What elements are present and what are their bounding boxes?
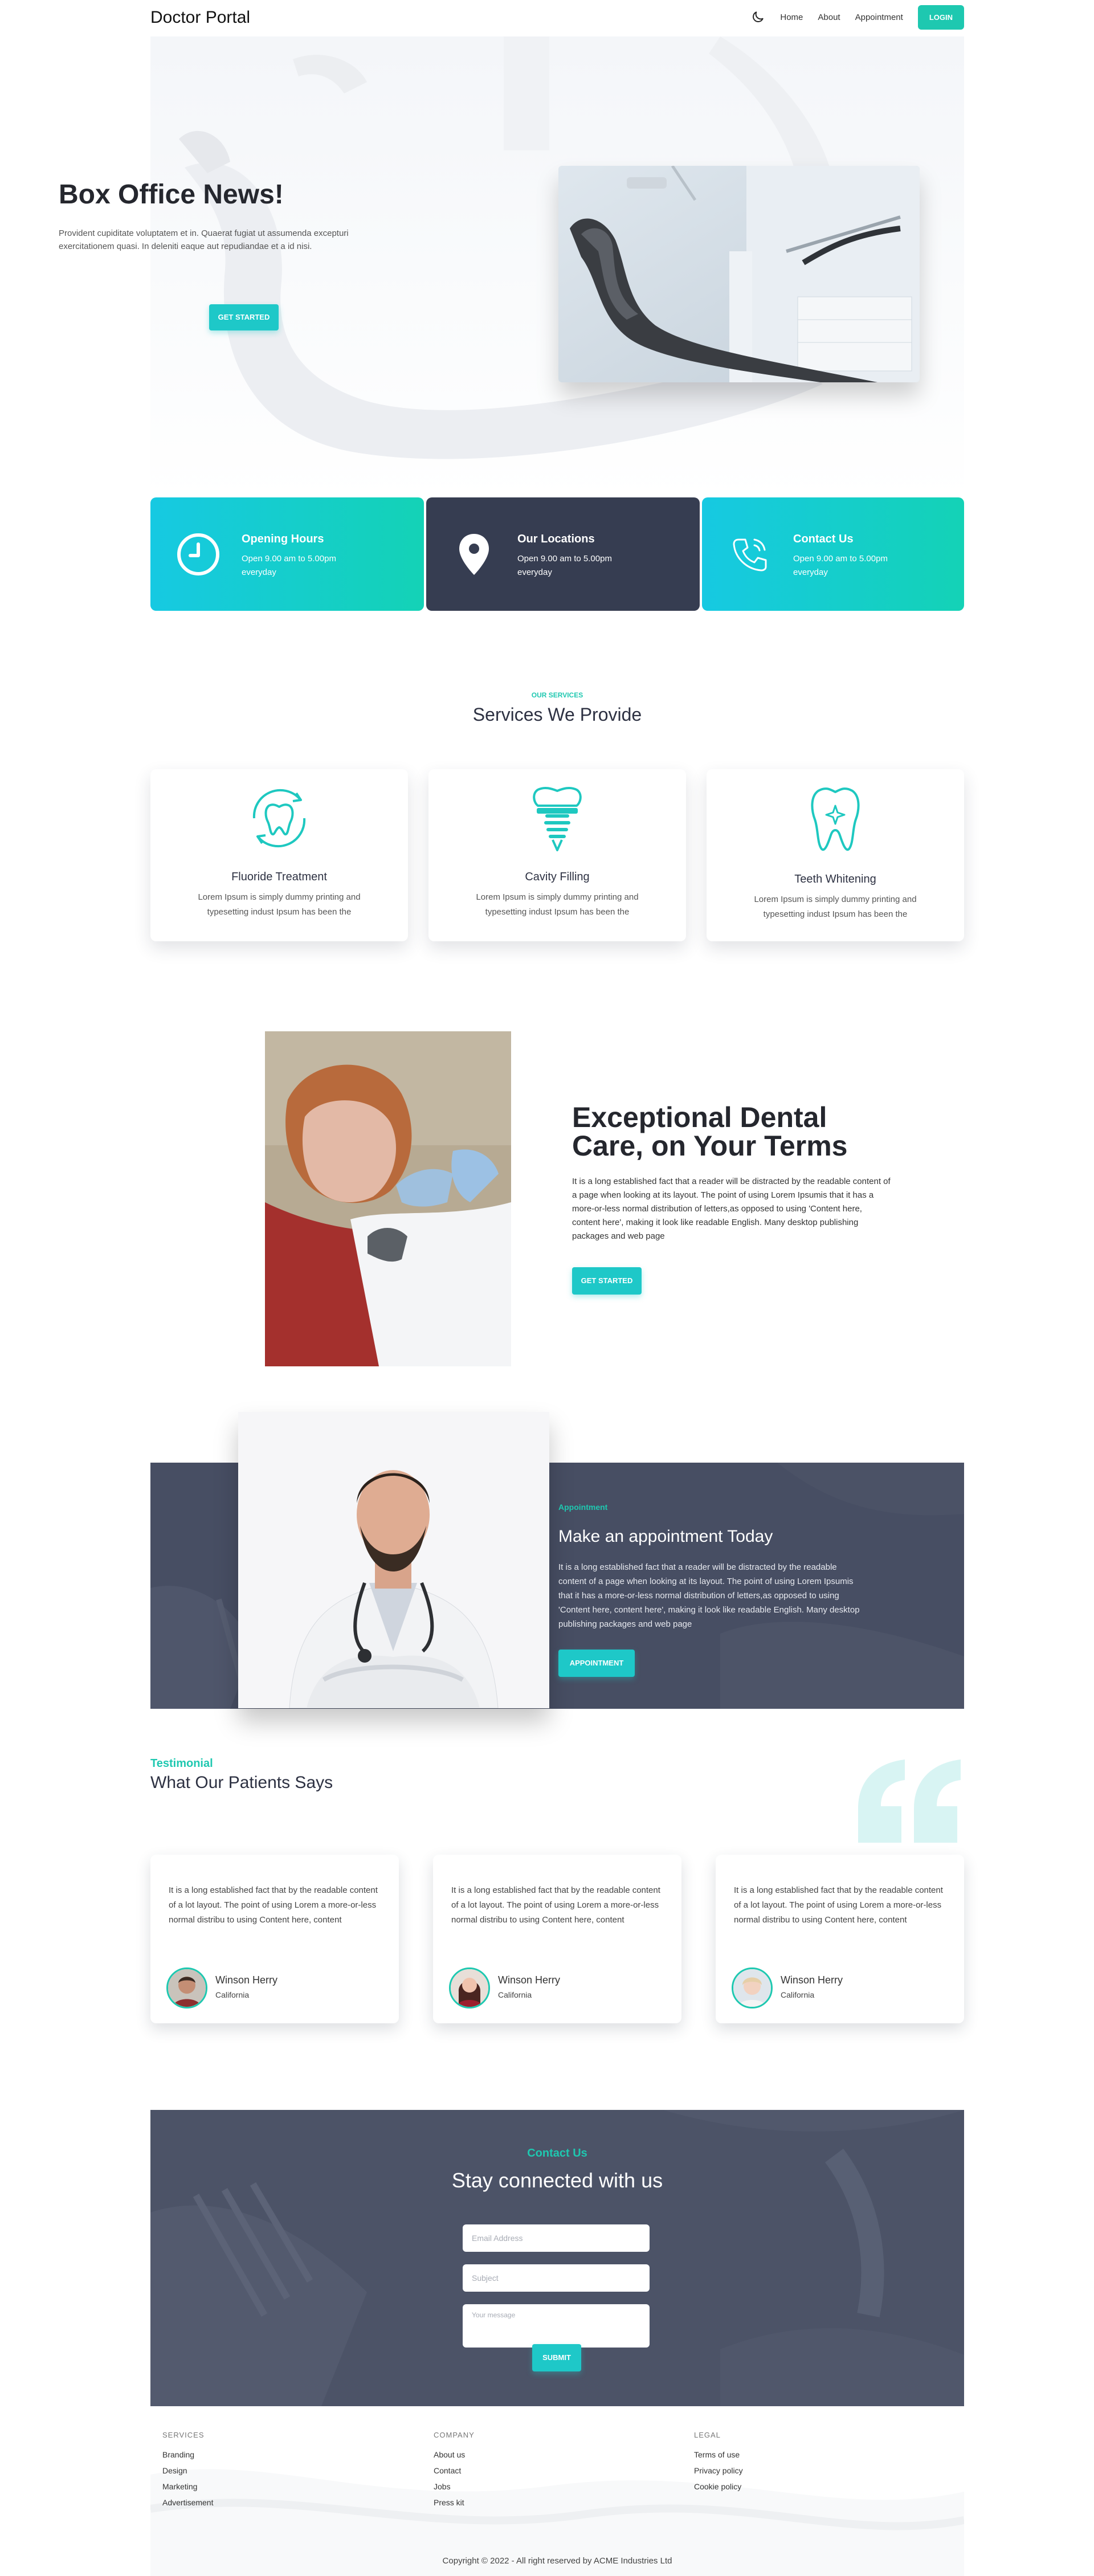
doctor-portrait-card [238, 1412, 549, 1708]
appointment-text: It is a long established fact that a rea… [558, 1562, 860, 1629]
testimonial-eyebrow: Testimonial [150, 1757, 213, 1770]
footer-link-marketing[interactable]: Marketing [162, 2482, 197, 2491]
appointment-button[interactable]: APPOINTMENT [558, 1650, 635, 1677]
testimonial-location: California [781, 1990, 815, 1999]
tooth-sparkle-icon [811, 787, 860, 851]
testimonial-card: It is a long established fact that by th… [433, 1855, 681, 2023]
service-title: Fluoride Treatment [231, 871, 327, 883]
avatar [449, 1967, 490, 2008]
footer-link-cookie[interactable]: Cookie policy [694, 2482, 741, 2491]
info-card-title: Opening Hours [242, 533, 324, 545]
service-desc: Lorem Ipsum is simply dummy printing and… [754, 895, 917, 919]
footer-link-contact[interactable]: Contact [434, 2466, 461, 2475]
email-field[interactable] [463, 2224, 650, 2252]
login-button[interactable]: LOGIN [917, 5, 964, 30]
info-card-desc: Open 9.00 am to 5.00pm everyday [793, 554, 888, 577]
nav-links: Home About Appointment LOGIN [750, 3, 964, 31]
info-card-contact: Contact Us Open 9.00 am to 5.00pm everyd… [702, 497, 964, 611]
message-field[interactable] [463, 2304, 650, 2348]
testimonial-name: Winson Herry [498, 1974, 561, 1986]
patient-dental-exam-photo [265, 1031, 511, 1366]
nav-link-home[interactable]: Home [780, 13, 803, 22]
info-card-desc: Open 9.00 am to 5.00pm everyday [517, 554, 612, 577]
service-desc: Lorem Ipsum is simply dummy printing and… [476, 892, 639, 917]
tooth-refresh-icon [252, 789, 306, 848]
footer-wave-pattern [150, 2469, 964, 2576]
hero-section [150, 36, 964, 498]
hero-subtitle: Provident cupiditate voluptatem et in. Q… [59, 228, 349, 251]
nav-link-about[interactable]: About [818, 13, 840, 22]
copyright-text: Copyright © 2022 - All right reserved by… [442, 2556, 672, 2566]
footer-link-branding[interactable]: Branding [162, 2450, 194, 2459]
avatar [166, 1967, 207, 2008]
service-desc: Lorem Ipsum is simply dummy printing and… [198, 892, 361, 917]
appointment-eyebrow: Appointment [558, 1503, 608, 1512]
moon-icon[interactable] [750, 10, 765, 25]
top-nav: Doctor Portal Home About Appointment LOG… [150, 0, 964, 36]
nav-link-appointment[interactable]: Appointment [855, 13, 903, 22]
appointment-title: Make an appointment Today [558, 1527, 773, 1546]
map-pin-icon [459, 534, 489, 575]
testimonial-name: Winson Herry [781, 1974, 843, 1986]
testimonial-quote: It is a long established fact that by th… [451, 1885, 660, 1925]
service-card-teeth-whitening: Teeth Whitening Lorem Ipsum is simply du… [707, 769, 964, 941]
footer-link-terms[interactable]: Terms of use [694, 2450, 740, 2459]
brand-logo-text[interactable]: Doctor Portal [150, 8, 250, 27]
clock-icon [177, 533, 219, 575]
exceptional-text: It is a long established fact that a rea… [572, 1177, 891, 1241]
exceptional-get-started-button[interactable]: GET STARTED [572, 1267, 642, 1295]
subject-field[interactable] [463, 2264, 650, 2292]
tooth-implant-icon [533, 786, 582, 851]
testimonial-card: It is a long established fact that by th… [716, 1855, 964, 2023]
testimonial-title: What Our Patients Says [150, 1773, 333, 1792]
service-title: Cavity Filling [525, 871, 590, 883]
info-card-title: Our Locations [517, 533, 595, 545]
phone-icon [733, 538, 767, 571]
hero-title: Box Office News! [59, 179, 284, 210]
service-title: Teeth Whitening [794, 873, 876, 885]
exceptional-title: Exceptional Dental Care, on Your Terms [572, 1101, 848, 1162]
footer-link-press-kit[interactable]: Press kit [434, 2498, 464, 2507]
hero-dental-chair-image [558, 166, 920, 382]
testimonial-location: California [498, 1990, 532, 1999]
testimonial-card: It is a long established fact that by th… [150, 1855, 399, 2023]
footer-heading-services: SERVICES [162, 2431, 205, 2439]
testimonial-location: California [215, 1990, 250, 1999]
footer-link-design[interactable]: Design [162, 2466, 187, 2475]
submit-button[interactable]: SUBMIT [532, 2344, 581, 2371]
footer-heading-company: COMPANY [434, 2431, 475, 2439]
footer-link-jobs[interactable]: Jobs [434, 2482, 451, 2491]
quote-mark-icon [858, 1759, 961, 1843]
hero-get-started-button[interactable]: GET STARTED [209, 304, 279, 330]
info-card-locations: Our Locations Open 9.00 am to 5.00pm eve… [426, 497, 700, 611]
footer-link-privacy[interactable]: Privacy policy [694, 2466, 743, 2475]
service-card-cavity-filling: Cavity Filling Lorem Ipsum is simply dum… [428, 769, 686, 941]
info-card-desc: Open 9.00 am to 5.00pm everyday [242, 554, 336, 577]
avatar [732, 1967, 773, 2008]
testimonial-quote: It is a long established fact that by th… [734, 1885, 943, 1925]
footer-heading-legal: LEGAL [694, 2431, 721, 2439]
info-card-opening-hours: Opening Hours Open 9.00 am to 5.00pm eve… [150, 497, 424, 611]
testimonial-quote: It is a long established fact that by th… [169, 1885, 378, 1925]
testimonial-name: Winson Herry [215, 1974, 278, 1986]
footer-link-advertisement[interactable]: Advertisement [162, 2498, 213, 2507]
services-title: Services We Provide [472, 704, 642, 725]
service-card-fluoride: Fluoride Treatment Lorem Ipsum is simply… [150, 769, 408, 941]
contact-eyebrow: Contact Us [527, 2147, 587, 2159]
footer [150, 2406, 964, 2576]
info-card-title: Contact Us [793, 533, 854, 545]
footer-link-about-us[interactable]: About us [434, 2450, 465, 2459]
services-eyebrow: OUR SERVICES [531, 691, 583, 699]
contact-title: Stay connected with us [451, 2169, 663, 2192]
